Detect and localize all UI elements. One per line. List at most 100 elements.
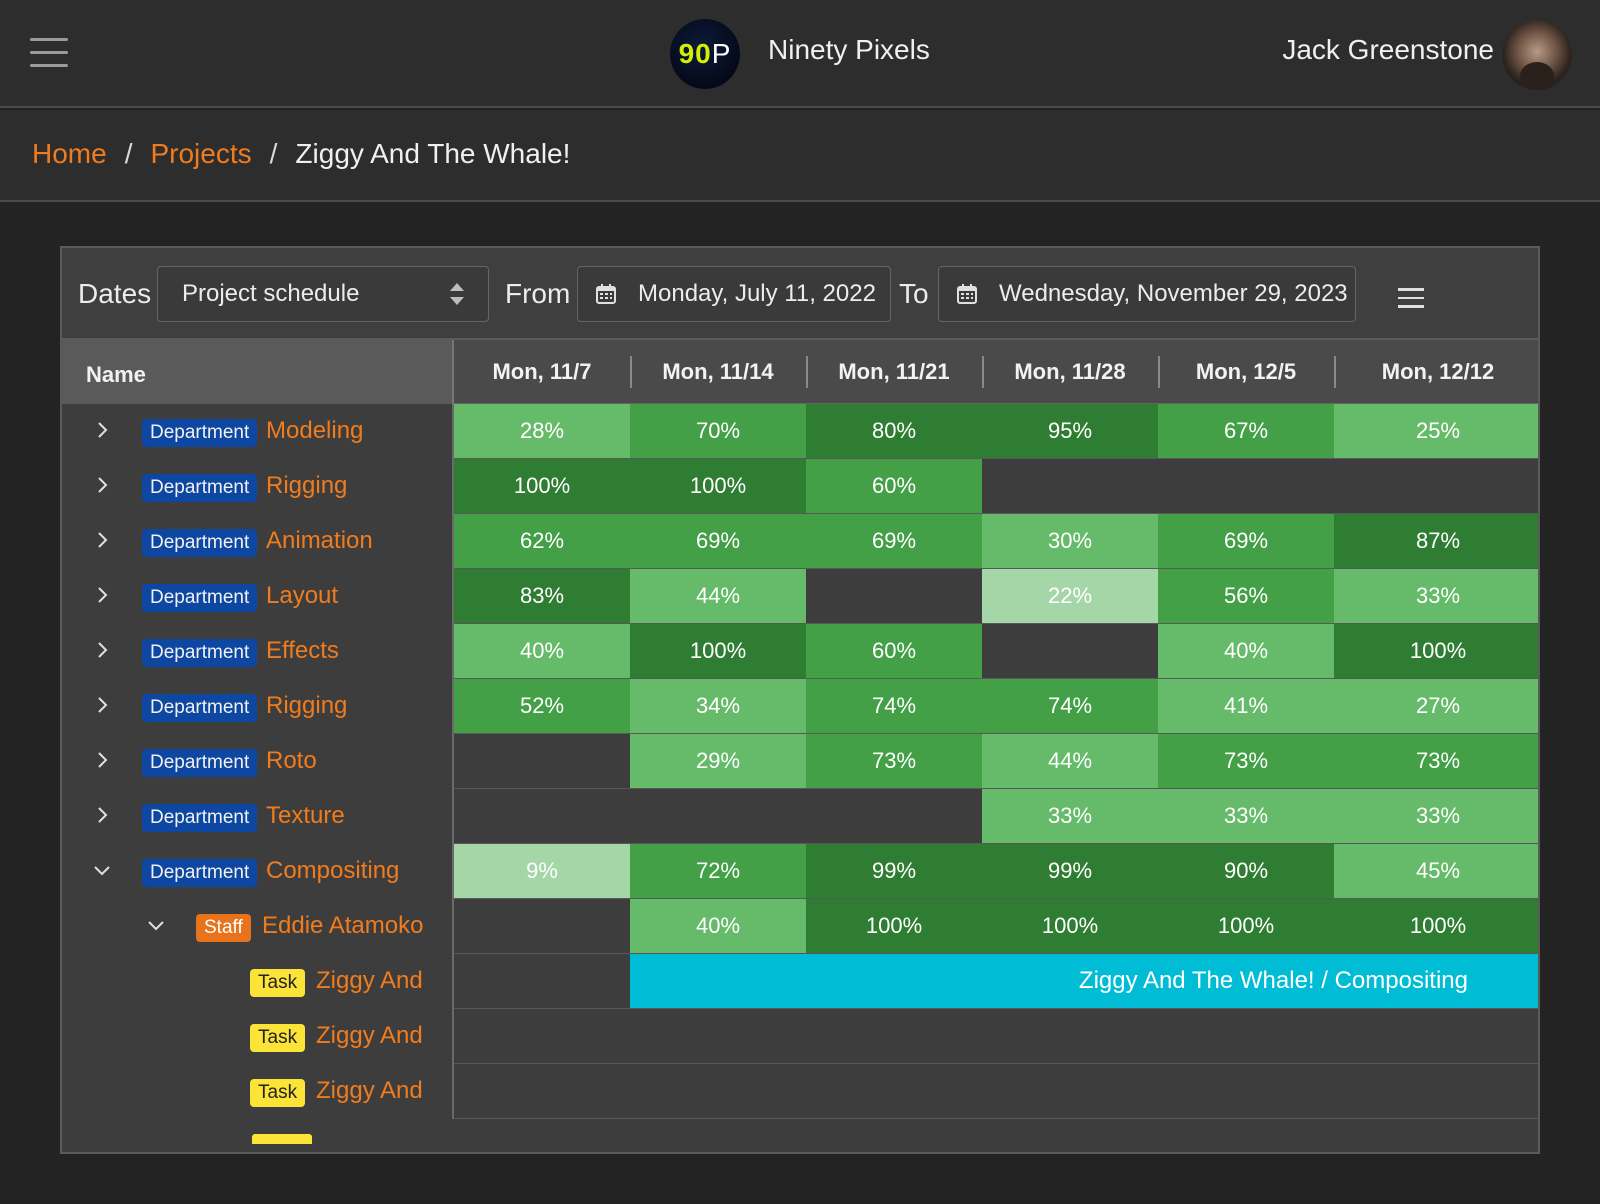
user-name[interactable]: Jack Greenstone — [1282, 34, 1494, 66]
utilization-cell[interactable]: 40% — [630, 899, 806, 953]
utilization-cell[interactable]: 22% — [982, 569, 1158, 623]
utilization-cell[interactable]: 100% — [1158, 899, 1334, 953]
utilization-cell[interactable]: 73% — [806, 734, 982, 788]
schedule-row[interactable]: Task Ziggy And Ziggy And The Whale! / Comp… — [62, 954, 1538, 1009]
chevron-right-icon[interactable] — [90, 748, 114, 772]
schedule-row[interactable]: Department Rigging 52% 34% 74% 74% 41% 27% — [62, 679, 1538, 734]
utilization-cell[interactable]: 69% — [630, 514, 806, 568]
row-name-link[interactable]: Ziggy And — [316, 967, 423, 995]
schedule-row[interactable]: Task Ziggy And — [62, 1009, 1538, 1064]
utilization-cell[interactable]: 80% — [806, 404, 982, 458]
utilization-cell[interactable]: 62% — [454, 514, 630, 568]
name-column-header[interactable]: Name — [62, 340, 454, 404]
row-name-link[interactable]: Eddie Atamoko — [262, 912, 423, 940]
schedule-row[interactable]: Department Animation 62% 69% 69% 30% 69% 87% — [62, 514, 1538, 569]
utilization-cell[interactable]: 9% — [454, 844, 630, 898]
utilization-cell[interactable]: 83% — [454, 569, 630, 623]
utilization-cell[interactable]: 33% — [1158, 789, 1334, 843]
utilization-cell[interactable]: 52% — [454, 679, 630, 733]
to-date-field[interactable]: Wednesday, November 29, 2023 — [938, 266, 1356, 322]
chevron-right-icon[interactable] — [90, 803, 114, 827]
utilization-cell[interactable]: 99% — [806, 844, 982, 898]
row-name-link[interactable]: Rigging — [266, 692, 347, 720]
chevron-right-icon[interactable] — [90, 693, 114, 717]
chevron-down-icon[interactable] — [90, 858, 114, 882]
utilization-cell[interactable]: 30% — [982, 514, 1158, 568]
utilization-cell[interactable]: 74% — [982, 679, 1158, 733]
utilization-cell[interactable]: 72% — [630, 844, 806, 898]
utilization-cell[interactable]: 100% — [630, 459, 806, 513]
chevron-right-icon[interactable] — [90, 583, 114, 607]
utilization-cell[interactable]: 100% — [630, 624, 806, 678]
chevron-right-icon[interactable] — [90, 638, 114, 662]
schedule-row[interactable]: Staff Eddie Atamoko 40% 100% 100% 100% 100% — [62, 899, 1538, 954]
chevron-right-icon[interactable] — [90, 473, 114, 497]
utilization-cell[interactable]: 100% — [454, 459, 630, 513]
task-badge — [252, 1134, 312, 1144]
row-name-link[interactable]: Modeling — [266, 417, 363, 445]
date-mode-select[interactable]: Project schedule — [157, 266, 489, 322]
chevron-down-icon[interactable] — [144, 913, 168, 937]
row-name-link[interactable]: Ziggy And — [316, 1022, 423, 1050]
schedule-row[interactable]: Department Roto 29% 73% 44% 73% 73% — [62, 734, 1538, 789]
brand-logo[interactable]: 90 P — [670, 19, 740, 89]
department-badge: Department — [142, 529, 258, 557]
breadcrumb-projects[interactable]: Projects — [150, 138, 251, 170]
utilization-cell[interactable]: 56% — [1158, 569, 1334, 623]
hamburger-menu-icon[interactable] — [30, 38, 68, 68]
row-name-link[interactable]: Compositing — [266, 857, 399, 885]
row-name-link[interactable]: Layout — [266, 582, 338, 610]
utilization-cell[interactable]: 74% — [806, 679, 982, 733]
utilization-cell[interactable]: 27% — [1334, 679, 1538, 733]
breadcrumb-home[interactable]: Home — [32, 138, 107, 170]
utilization-cell[interactable]: 90% — [1158, 844, 1334, 898]
utilization-cell[interactable]: 87% — [1334, 514, 1538, 568]
user-avatar[interactable] — [1502, 20, 1572, 90]
row-name-link[interactable]: Roto — [266, 747, 317, 775]
utilization-cell[interactable]: 100% — [1334, 624, 1538, 678]
utilization-cell[interactable]: 70% — [630, 404, 806, 458]
schedule-row[interactable]: Department Effects 40% 100% 60% 40% 100% — [62, 624, 1538, 679]
utilization-cell[interactable]: 33% — [982, 789, 1158, 843]
utilization-cell[interactable]: 44% — [982, 734, 1158, 788]
utilization-cell[interactable]: 100% — [982, 899, 1158, 953]
utilization-cell[interactable]: 73% — [1334, 734, 1538, 788]
schedule-row[interactable]: Department Texture 33% 33% 33% — [62, 789, 1538, 844]
schedule-row[interactable]: Department Rigging 100% 100% 60% — [62, 459, 1538, 514]
utilization-cell[interactable]: 73% — [1158, 734, 1334, 788]
utilization-cell[interactable]: 60% — [806, 624, 982, 678]
utilization-cell[interactable]: 29% — [630, 734, 806, 788]
schedule-row[interactable]: Department Modeling 28% 70% 80% 95% 67% 25% — [62, 404, 1538, 459]
task-bar[interactable]: Ziggy And The Whale! / Compositing — [630, 954, 1538, 1008]
utilization-cell[interactable]: 41% — [1158, 679, 1334, 733]
utilization-cell[interactable]: 40% — [1158, 624, 1334, 678]
utilization-cell[interactable]: 95% — [982, 404, 1158, 458]
utilization-cell[interactable]: 69% — [806, 514, 982, 568]
schedule-row[interactable]: Task Ziggy And — [62, 1064, 1538, 1119]
utilization-cell[interactable]: 45% — [1334, 844, 1538, 898]
utilization-cell[interactable]: 33% — [1334, 569, 1538, 623]
row-name-link[interactable]: Animation — [266, 527, 373, 555]
schedule-row[interactable]: Department Compositing 9% 72% 99% 99% 90% 45% — [62, 844, 1538, 899]
chevron-right-icon[interactable] — [90, 528, 114, 552]
row-name-link[interactable]: Ziggy And — [316, 1077, 423, 1105]
row-name-link[interactable]: Effects — [266, 637, 339, 665]
row-name-link[interactable]: Rigging — [266, 472, 347, 500]
utilization-cell[interactable]: 44% — [630, 569, 806, 623]
utilization-cell[interactable]: 100% — [1334, 899, 1538, 953]
utilization-cell[interactable]: 60% — [806, 459, 982, 513]
utilization-cell[interactable]: 40% — [454, 624, 630, 678]
utilization-cell[interactable]: 99% — [982, 844, 1158, 898]
from-date-field[interactable]: Monday, July 11, 2022 — [577, 266, 891, 322]
utilization-cell[interactable]: 33% — [1334, 789, 1538, 843]
chevron-right-icon[interactable] — [90, 418, 114, 442]
row-name-link[interactable]: Texture — [266, 802, 345, 830]
utilization-cell[interactable]: 34% — [630, 679, 806, 733]
utilization-cell[interactable]: 28% — [454, 404, 630, 458]
options-menu-icon[interactable] — [1398, 288, 1424, 308]
utilization-cell[interactable]: 69% — [1158, 514, 1334, 568]
utilization-cell[interactable]: 25% — [1334, 404, 1538, 458]
utilization-cell[interactable]: 100% — [806, 899, 982, 953]
schedule-row[interactable]: Department Layout 83% 44% 22% 56% 33% — [62, 569, 1538, 624]
utilization-cell[interactable]: 67% — [1158, 404, 1334, 458]
